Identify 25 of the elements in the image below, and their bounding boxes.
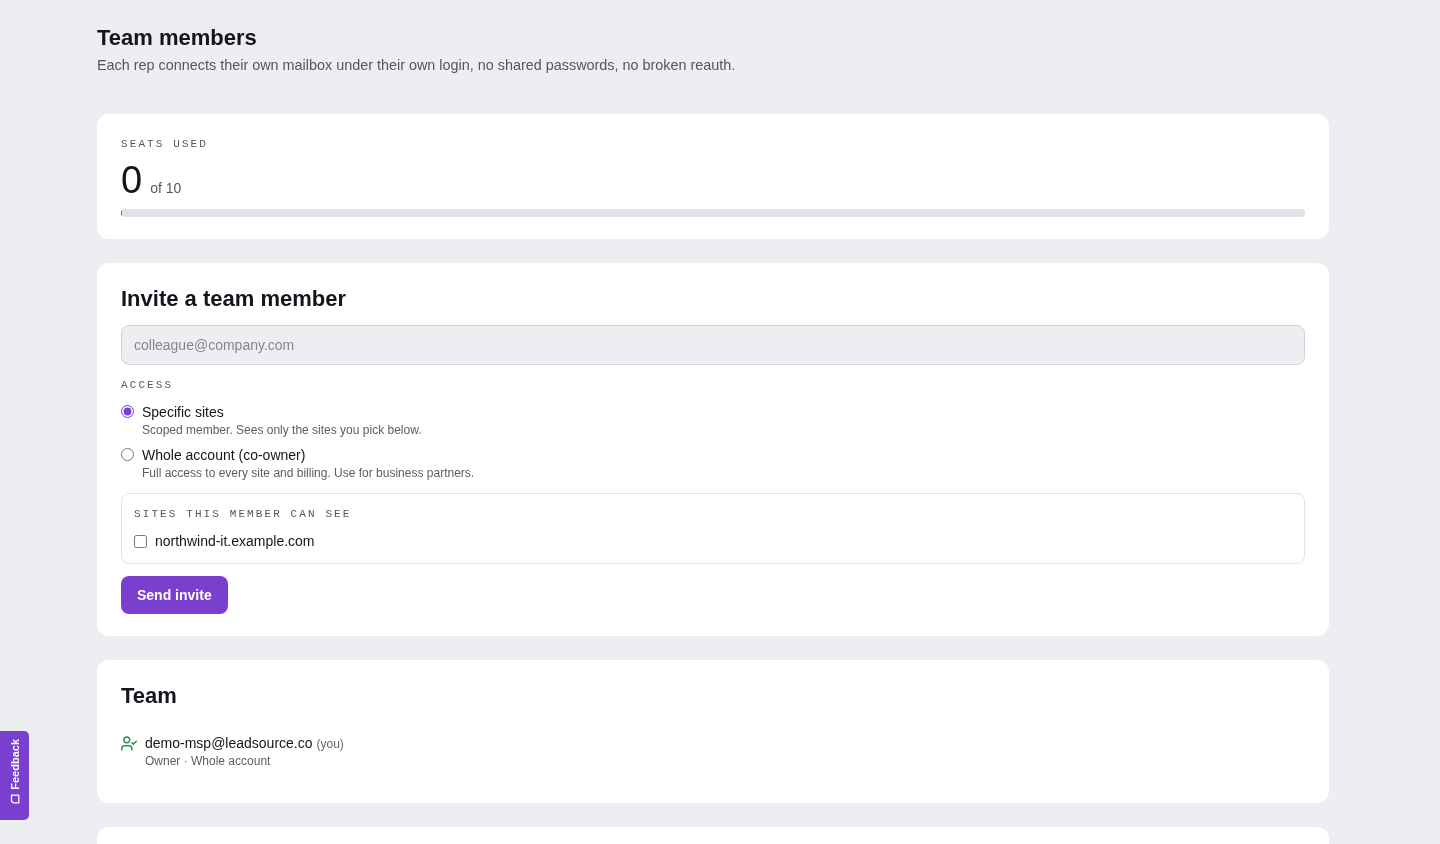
site-checkbox[interactable] <box>134 534 147 548</box>
invite-title: Invite a team member <box>121 287 346 311</box>
chat-icon <box>9 793 20 804</box>
seats-used-count: 0 <box>121 161 143 199</box>
option-label: Whole account (co-owner) <box>142 446 306 465</box>
send-invite-button[interactable]: Send invite <box>121 576 228 614</box>
page-subtitle: Each rep connects their own mailbox under their own login, no shared passwords, no broken reauth. <box>97 56 736 75</box>
option-description: Full access to every site and billing. Use for business partners. <box>142 465 475 481</box>
email-input-field[interactable]: colleague@company.com <box>121 325 1305 365</box>
user-check-icon <box>121 736 137 751</box>
access-label: ACCESS <box>121 379 174 391</box>
member-email: demo-msp@leadsource.co <box>145 734 313 753</box>
member-tag: (you) <box>316 737 344 751</box>
seats-label: SEATS USED <box>121 138 208 150</box>
page-title: Team members <box>97 24 257 52</box>
member-role: Owner · Whole account <box>145 753 271 769</box>
option-description: Scoped member. Sees only the sites you pick below. <box>142 422 422 438</box>
option-label: Specific sites <box>142 403 224 422</box>
feedback-tab[interactable]: Feedback <box>0 731 29 820</box>
sites-label: SITES THIS MEMBER CAN SEE <box>134 508 352 520</box>
radio-button[interactable] <box>121 405 134 418</box>
radio-button[interactable] <box>121 448 134 461</box>
site-label: northwind-it.example.com <box>155 532 315 551</box>
team-title: Team <box>121 684 177 708</box>
seats-total: of 10 <box>150 180 182 196</box>
